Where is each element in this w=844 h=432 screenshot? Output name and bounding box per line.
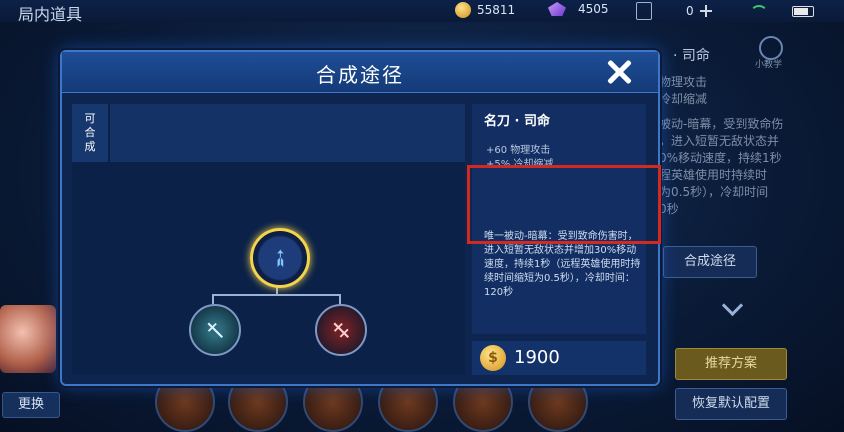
sword-icon: † bbox=[200, 315, 230, 345]
dagger-icon: ‡ bbox=[326, 315, 356, 345]
close-icon[interactable] bbox=[605, 58, 633, 86]
chevron-down-icon[interactable] bbox=[721, 294, 744, 317]
bg-desc-line: ，进入短暂无敌状态并 bbox=[659, 134, 780, 148]
add-icon[interactable] bbox=[699, 5, 712, 17]
gem-icon bbox=[548, 2, 566, 16]
gold-amount: 55811 bbox=[477, 3, 516, 17]
highlight-box bbox=[467, 165, 661, 244]
blade-icon: ➶ bbox=[262, 240, 298, 276]
recommend-button[interactable]: 推荐方案 bbox=[675, 348, 787, 380]
bg-desc-line: 被动-暗幕，受到致命伤 bbox=[659, 117, 784, 131]
wifi-icon bbox=[750, 5, 768, 17]
can-synthesize-label: 可合成 bbox=[84, 112, 96, 153]
bg-desc-line: 为0.5秒），冷却时间 bbox=[659, 185, 769, 199]
stat-line: +60 物理攻击 bbox=[486, 145, 551, 156]
ticket-amount: 0 bbox=[686, 4, 694, 18]
background-item-detail: · 司命 小教学 物理攻击 冷却缩减 被动-暗幕，受到致命伤 ，进入短暂无敌状态… bbox=[655, 36, 844, 432]
item-price: 1900 bbox=[514, 347, 560, 368]
gem-amount: 4505 bbox=[578, 2, 609, 16]
bg-desc-line: 程英雄使用时持续时 bbox=[659, 168, 768, 182]
bg-desc-line: 0%移动速度，持续1秒 bbox=[659, 151, 782, 165]
bg-desc-line: 物理攻击 bbox=[659, 75, 708, 89]
synthesis-tree-panel: 可合成 ➶ † ‡ bbox=[72, 104, 465, 374]
ticket-balance: 0 bbox=[636, 2, 712, 20]
tree-line bbox=[212, 294, 341, 296]
selected-item-icon[interactable]: ➶ bbox=[250, 228, 310, 288]
page-title: 局内道具 bbox=[18, 5, 83, 24]
price-box: $ 1900 bbox=[472, 341, 646, 375]
gem-balance: 4505 bbox=[548, 2, 609, 16]
top-bar: 局内道具 55811 4505 0 bbox=[0, 0, 844, 24]
can-synthesize-list bbox=[110, 104, 465, 162]
ticket-icon bbox=[636, 2, 652, 20]
bg-desc-line: 冷却缩减 bbox=[659, 92, 708, 106]
dialog-header: 合成途径 bbox=[62, 52, 658, 93]
mini-tutorial-label: 小教学 bbox=[755, 60, 783, 70]
reset-default-button[interactable]: 恢复默认配置 bbox=[675, 388, 787, 420]
dialog-title: 合成途径 bbox=[316, 63, 404, 87]
hero-portrait[interactable] bbox=[0, 305, 56, 373]
can-synthesize-tab[interactable]: 可合成 bbox=[72, 104, 108, 162]
bg-item-name: · 司命 bbox=[673, 48, 710, 64]
component-item-icon[interactable]: † bbox=[189, 304, 241, 356]
bg-desc-line: 0秒 bbox=[659, 202, 679, 216]
battery-icon bbox=[792, 6, 814, 17]
component-item-icon[interactable]: ‡ bbox=[315, 304, 367, 356]
gold-balance: 55811 bbox=[455, 2, 515, 18]
gold-coin-icon bbox=[455, 2, 471, 18]
gold-coin-icon: $ bbox=[480, 345, 506, 371]
change-button[interactable]: 更换 bbox=[2, 392, 60, 418]
item-name: 名刀 · 司命 bbox=[484, 114, 550, 129]
synthesis-path-button[interactable]: 合成途径 bbox=[663, 246, 757, 278]
